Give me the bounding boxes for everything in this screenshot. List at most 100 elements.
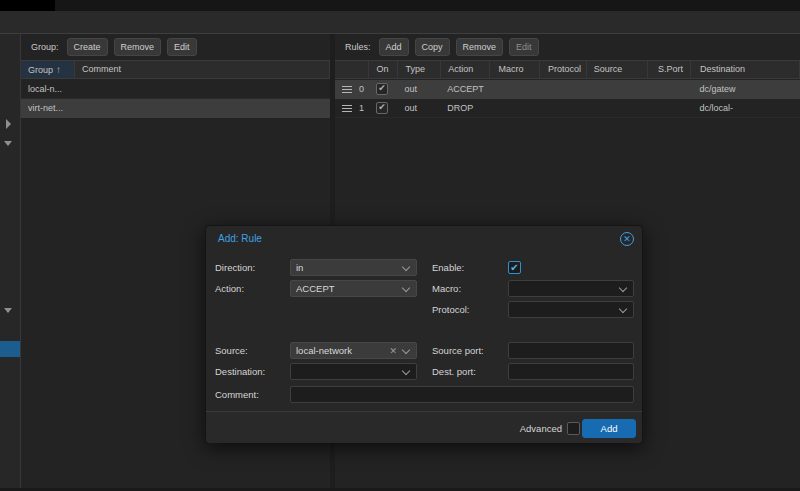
chevron-down-icon[interactable] xyxy=(402,367,410,375)
chevron-down-icon[interactable] xyxy=(402,263,410,271)
destination-combobox[interactable] xyxy=(290,363,417,380)
column-header-protocol-label: Protocol xyxy=(548,64,581,74)
rule-edit-button[interactable]: Edit xyxy=(509,38,539,56)
top-bar-black-segment xyxy=(0,0,55,11)
clear-icon[interactable]: ✕ xyxy=(389,344,397,358)
column-header-handle xyxy=(335,61,369,78)
chevron-down-icon[interactable] xyxy=(402,346,410,354)
column-header-source[interactable]: Source xyxy=(587,61,648,78)
chevron-down-icon[interactable] xyxy=(619,284,627,292)
group-edit-button[interactable]: Edit xyxy=(167,38,197,56)
chevron-down-icon[interactable] xyxy=(619,305,627,313)
action-label: Action: xyxy=(215,280,244,297)
advanced-label: Advanced xyxy=(520,423,562,434)
rule-source xyxy=(586,80,647,98)
dialog-title: Add: Rule xyxy=(218,233,262,244)
column-header-type[interactable]: Type xyxy=(398,61,442,78)
rule-enabled-checkbox[interactable]: ✔ xyxy=(376,83,388,95)
chevron-down-icon[interactable] xyxy=(402,284,410,292)
groups-grid-header: Group↑ Comment xyxy=(21,60,330,79)
enable-label: Enable: xyxy=(432,259,464,276)
group-remove-button[interactable]: Remove xyxy=(114,38,162,56)
column-header-destination-label: Destination xyxy=(700,64,745,74)
column-header-protocol[interactable]: Protocol xyxy=(540,61,587,78)
rule-type: out xyxy=(396,99,440,117)
column-header-macro[interactable]: Macro xyxy=(490,61,539,78)
macro-label: Macro: xyxy=(432,280,461,297)
column-header-comment[interactable]: Comment xyxy=(75,61,330,78)
rules-grid-header: On Type Action Macro Protocol Source S.P… xyxy=(335,60,800,79)
column-header-sport[interactable]: S.Port xyxy=(648,61,691,78)
rule-add-button[interactable]: Add xyxy=(379,38,409,56)
tree-selected-indicator[interactable] xyxy=(0,341,20,357)
rule-position: 1 xyxy=(359,99,364,117)
rules-toolbar-label: Rules: xyxy=(345,42,371,52)
rules-toolbar: Rules: Add Copy Remove Edit xyxy=(335,34,800,60)
collapse-arrow-bottom-icon[interactable] xyxy=(4,308,12,313)
dialog-add-button[interactable]: Add xyxy=(582,419,636,438)
comment-input[interactable] xyxy=(290,386,634,403)
rule-on-cell: ✔ xyxy=(367,99,396,117)
collapse-arrow-top-icon[interactable] xyxy=(4,141,12,146)
rule-enabled-checkbox[interactable]: ✔ xyxy=(376,102,388,114)
macro-combobox[interactable] xyxy=(508,280,634,297)
destination-label: Destination: xyxy=(215,363,265,380)
rule-destination: dc/local- xyxy=(691,99,800,117)
comment-label: Comment: xyxy=(215,386,259,403)
rule-row-1[interactable]: 1 ✔ out DROP dc/local- xyxy=(335,99,800,118)
enable-checkbox[interactable]: ✔ xyxy=(508,261,521,274)
rule-sport xyxy=(647,80,691,98)
rule-macro xyxy=(489,99,539,117)
group-create-button[interactable]: Create xyxy=(67,38,108,56)
protocol-label: Protocol: xyxy=(432,301,470,318)
direction-label: Direction: xyxy=(215,259,255,276)
close-icon[interactable]: ✕ xyxy=(620,232,634,246)
rule-on-cell: ✔ xyxy=(367,80,396,98)
source-label: Source: xyxy=(215,342,248,359)
source-port-input[interactable] xyxy=(508,342,634,359)
source-combobox[interactable]: local-network ✕ xyxy=(290,342,417,359)
rule-protocol xyxy=(539,80,586,98)
action-combobox[interactable]: ACCEPT xyxy=(290,280,417,297)
groups-toolbar-label: Group: xyxy=(31,42,59,52)
advanced-checkbox[interactable] xyxy=(567,422,580,435)
group-name: virt-net... xyxy=(21,99,75,117)
rule-sport xyxy=(647,99,691,117)
rule-row-0[interactable]: 0 ✔ out ACCEPT dc/gatew xyxy=(335,80,800,99)
column-header-group-label: Group xyxy=(28,65,53,75)
header-band xyxy=(0,11,800,34)
column-header-group[interactable]: Group↑ xyxy=(21,61,75,78)
action-value: ACCEPT xyxy=(296,281,335,296)
rule-row-handle-cell: 0 xyxy=(335,80,367,98)
protocol-combobox[interactable] xyxy=(508,301,634,318)
column-header-destination[interactable]: Destination xyxy=(691,61,800,78)
expand-arrow-icon[interactable] xyxy=(6,119,11,129)
rule-destination: dc/gatew xyxy=(691,80,800,98)
direction-value: in xyxy=(296,260,303,275)
column-header-on[interactable]: On xyxy=(369,61,398,78)
column-header-source-label: Source xyxy=(594,64,623,74)
column-header-action[interactable]: Action xyxy=(441,61,490,78)
direction-combobox[interactable]: in xyxy=(290,259,417,276)
drag-handle-icon[interactable] xyxy=(342,85,352,94)
sort-ascending-icon: ↑ xyxy=(56,64,61,75)
dest-port-input[interactable] xyxy=(508,363,634,380)
group-row-virt-network[interactable]: virt-net... xyxy=(21,99,330,118)
rule-action: DROP xyxy=(440,99,489,117)
collapsed-tree-strip xyxy=(0,34,21,491)
source-value: local-network xyxy=(296,343,352,358)
check-icon: ✔ xyxy=(378,84,386,93)
rule-remove-button[interactable]: Remove xyxy=(456,38,504,56)
close-x-glyph: ✕ xyxy=(621,233,633,245)
rule-copy-button[interactable]: Copy xyxy=(415,38,450,56)
groups-toolbar: Group: Create Remove Edit xyxy=(21,34,330,60)
column-header-type-label: Type xyxy=(406,64,426,74)
group-row-local-network[interactable]: local-n... xyxy=(21,80,330,99)
group-name: local-n... xyxy=(21,80,75,98)
drag-handle-icon[interactable] xyxy=(342,104,352,113)
top-bar xyxy=(0,0,800,11)
proxmox-firewall-screen: Group: Create Remove Edit Group↑ Comment… xyxy=(0,0,800,491)
column-header-sport-label: S.Port xyxy=(658,64,683,74)
rule-action: ACCEPT xyxy=(440,80,489,98)
rule-protocol xyxy=(539,99,586,117)
